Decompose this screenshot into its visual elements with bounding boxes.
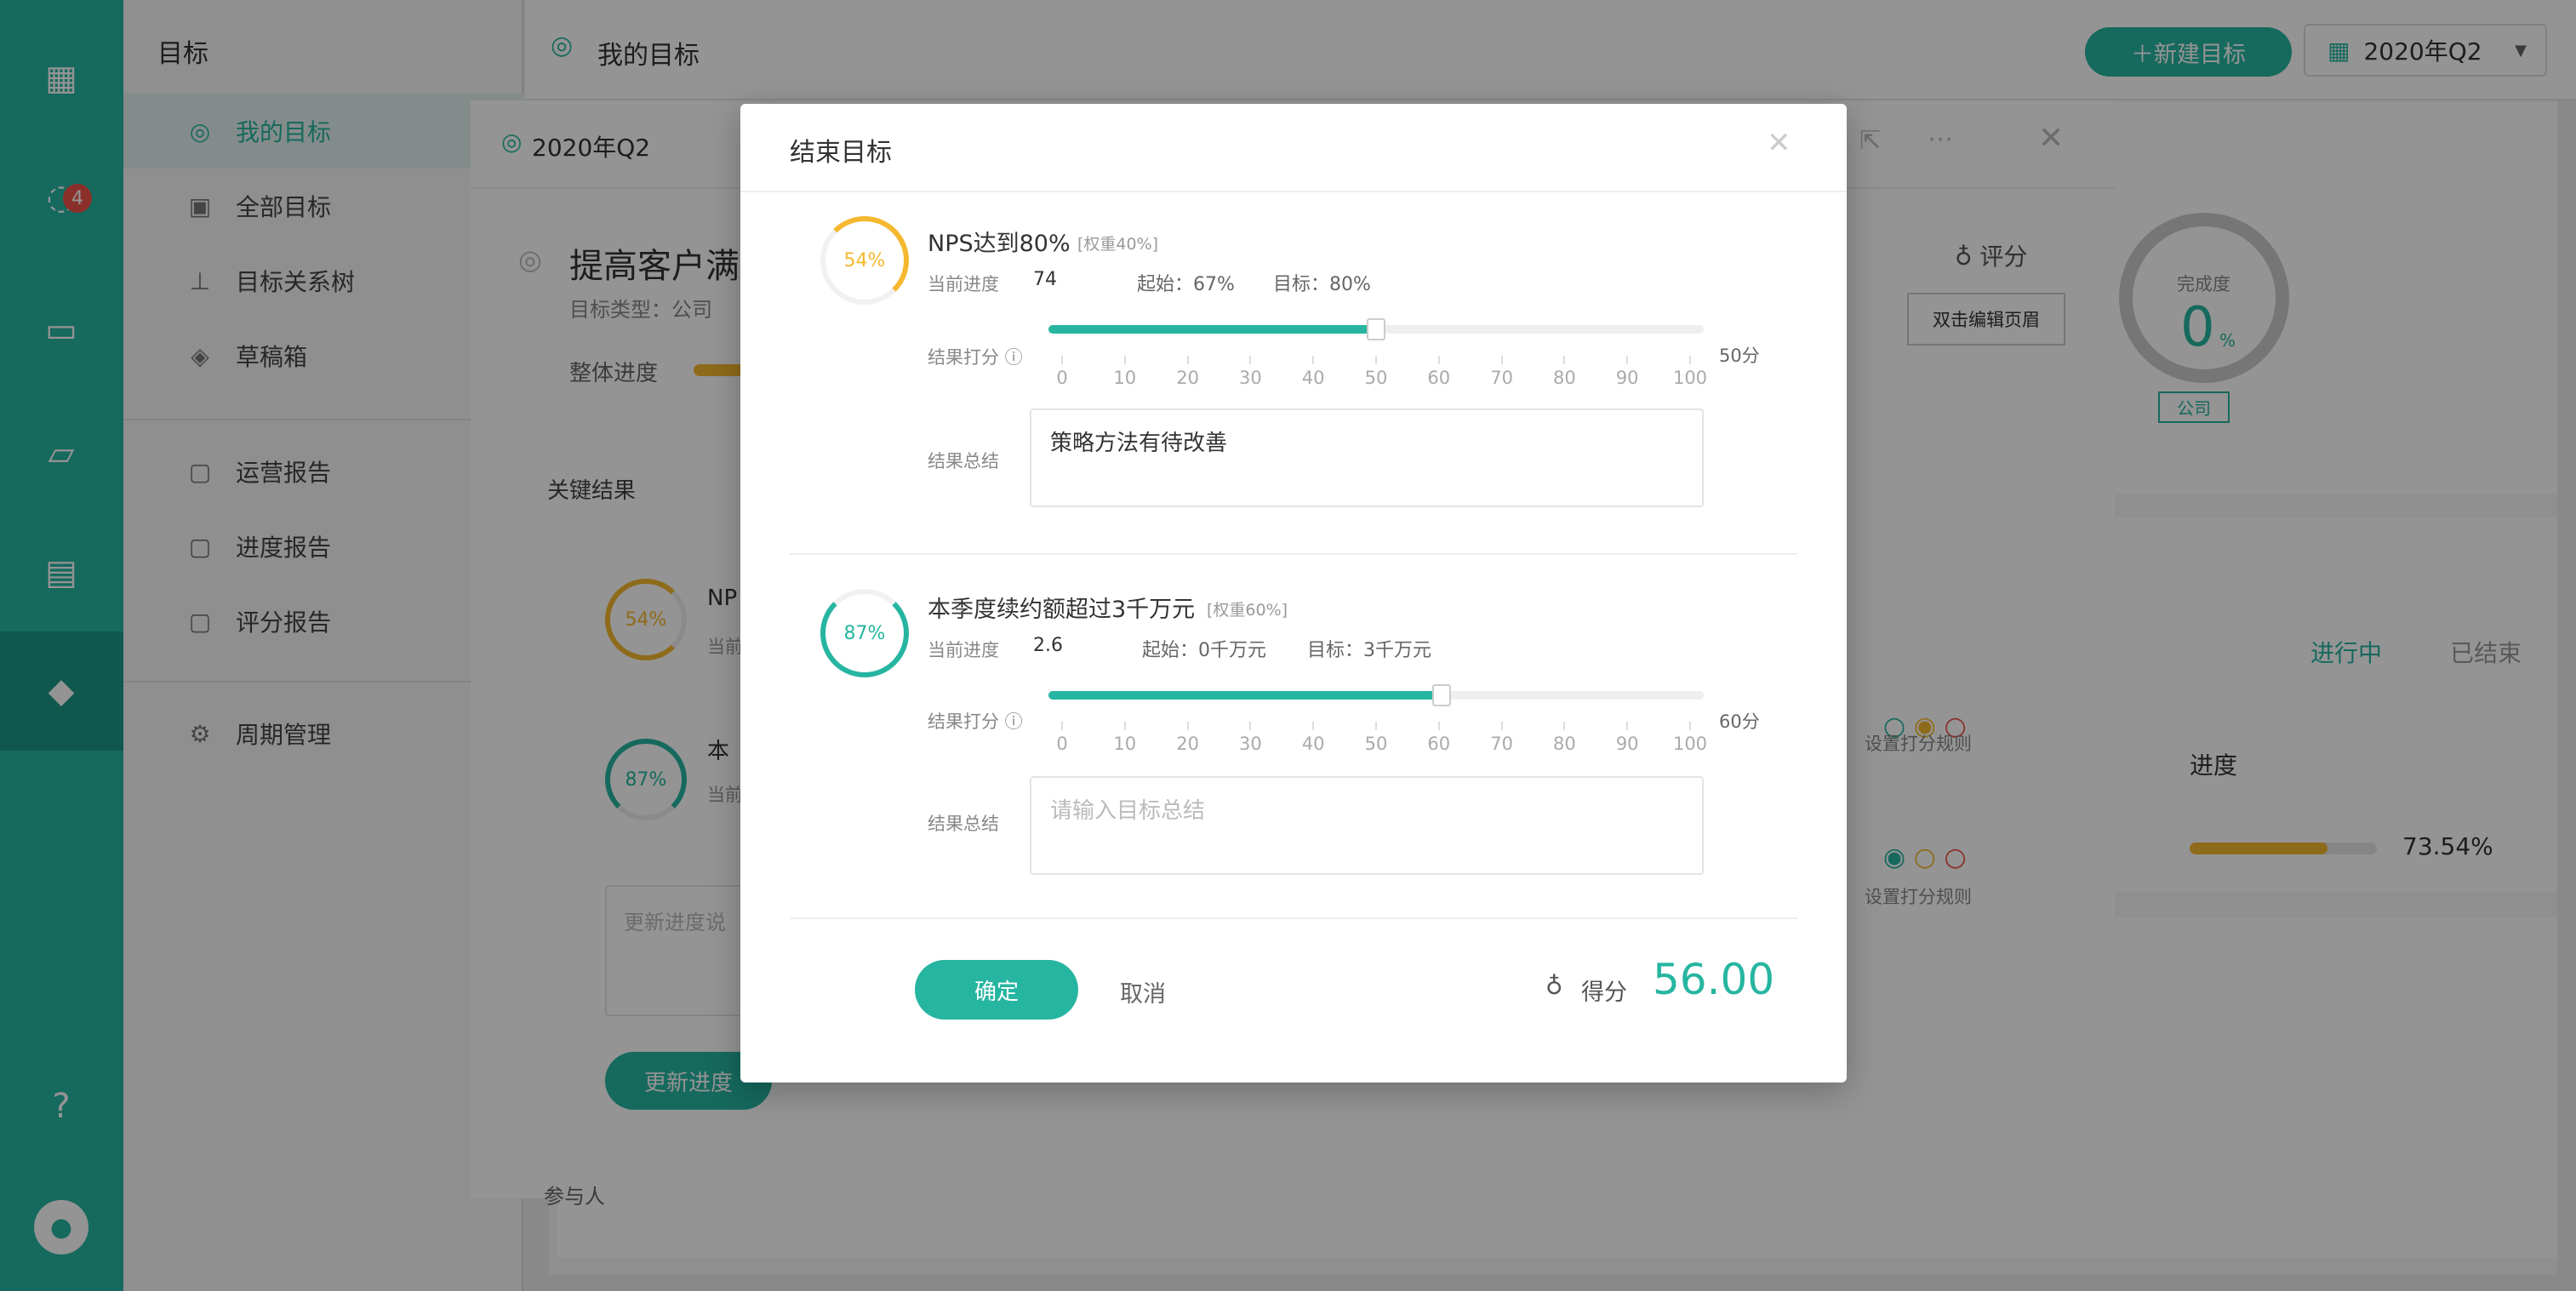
slider-tick-mark — [1375, 722, 1377, 730]
kr2-slider-track[interactable] — [1048, 691, 1704, 700]
slider-tick-mark — [1123, 356, 1126, 364]
slider-tick-label: 0 — [1056, 368, 1068, 388]
slider-tick-mark — [1186, 356, 1189, 364]
slider-tick-label: 10 — [1113, 734, 1137, 754]
kr1-slider-handle[interactable] — [1367, 318, 1385, 340]
slider-tick-mark — [1312, 722, 1315, 730]
kr2-current-value: 2.6 — [1033, 635, 1063, 656]
kr-divider — [790, 553, 1797, 555]
slider-tick-mark — [1249, 356, 1252, 364]
slider-tick-mark — [1626, 722, 1629, 730]
kr1-title: NPS达到80% — [928, 231, 1071, 257]
slider-tick-mark — [1563, 356, 1566, 364]
slider-tick-label: 100 — [1672, 734, 1708, 754]
slider-tick-mark — [1500, 356, 1503, 364]
slider-tick-label: 90 — [1615, 734, 1639, 754]
kr2-summary-input[interactable]: 请输入目标总结 — [1030, 776, 1704, 875]
kr1-start: 起始：67% — [1137, 274, 1235, 295]
slider-tick-label: 30 — [1239, 734, 1262, 754]
slider-tick-mark — [1563, 722, 1566, 730]
modal-header: 结束目标 ✕ — [740, 104, 1847, 192]
kr2-score-label: 结果打分 ⓘ — [928, 711, 1023, 732]
slider-tick-label: 60 — [1427, 734, 1451, 754]
slider-tick-label: 10 — [1113, 368, 1137, 388]
kr1-score-label: 结果打分 ⓘ — [928, 347, 1023, 368]
kr2-title: 本季度续约额超过3千万元 — [928, 597, 1196, 623]
kr2-start: 起始：0千万元 — [1142, 640, 1266, 661]
end-goal-modal: 结束目标 ✕ 54% NPS达到80% [权重40%] 当前进度 74 起始：6… — [740, 104, 1847, 1082]
kr1-score-value: 50分 — [1719, 346, 1760, 366]
slider-tick-mark — [1437, 356, 1440, 364]
slider-tick-mark — [1312, 356, 1315, 364]
score-total: 56.00 — [1653, 955, 1775, 1004]
slider-tick-label: 80 — [1553, 368, 1576, 388]
kr1-current-label: 当前进度 — [928, 274, 999, 294]
cancel-button[interactable]: 取消 — [1120, 975, 1166, 1008]
slider-tick-mark — [1437, 722, 1440, 730]
modal-close-icon[interactable]: ✕ — [1767, 126, 1791, 160]
slider-tick-mark — [1500, 722, 1503, 730]
kr2-percent-ring: 87% — [820, 589, 909, 677]
slider-tick-label: 80 — [1553, 734, 1576, 754]
slider-tick-label: 90 — [1615, 368, 1639, 388]
modal-title: 结束目标 — [790, 138, 892, 168]
slider-tick-label: 50 — [1364, 734, 1388, 754]
slider-tick-label: 40 — [1301, 368, 1325, 388]
slider-tick-label: 20 — [1176, 734, 1199, 754]
kr2-target: 目标：3千万元 — [1307, 640, 1431, 661]
slider-tick-mark — [1689, 356, 1691, 364]
trophy-icon: ♁ — [1545, 972, 1563, 1000]
confirm-button[interactable]: 确定 — [915, 960, 1078, 1020]
kr2-summary-label: 结果总结 — [928, 814, 999, 834]
kr1-summary-input[interactable]: 策略方法有待改善 — [1030, 408, 1704, 507]
slider-tick-label: 40 — [1301, 734, 1325, 754]
kr2-score-value: 60分 — [1719, 711, 1760, 732]
kr1-target: 目标：80% — [1273, 274, 1371, 295]
kr2-slider-handle[interactable] — [1432, 684, 1451, 706]
kr2-weight: [权重60%] — [1207, 601, 1288, 620]
kr1-percent-ring: 54% — [820, 216, 909, 305]
slider-tick-mark — [1186, 722, 1189, 730]
kr1-summary-label: 结果总结 — [928, 451, 999, 471]
slider-tick-mark — [1061, 722, 1063, 730]
slider-tick-mark — [1061, 356, 1063, 364]
slider-tick-label: 70 — [1490, 734, 1513, 754]
footer-divider — [790, 917, 1797, 919]
slider-tick-mark — [1626, 356, 1629, 364]
kr1-current-value: 74 — [1033, 269, 1057, 290]
slider-tick-mark — [1249, 722, 1252, 730]
slider-tick-label: 70 — [1490, 368, 1513, 388]
slider-tick-label: 30 — [1239, 368, 1262, 388]
kr1-weight: [权重40%] — [1077, 235, 1159, 254]
slider-tick-mark — [1375, 356, 1377, 364]
slider-tick-label: 50 — [1364, 368, 1388, 388]
slider-tick-label: 60 — [1427, 368, 1451, 388]
slider-tick-label: 20 — [1176, 368, 1199, 388]
score-label: 得分 — [1581, 980, 1627, 1006]
kr2-current-label: 当前进度 — [928, 640, 999, 660]
slider-tick-label: 100 — [1672, 368, 1708, 388]
slider-tick-label: 0 — [1056, 734, 1068, 754]
slider-tick-mark — [1689, 722, 1691, 730]
slider-tick-mark — [1123, 722, 1126, 730]
